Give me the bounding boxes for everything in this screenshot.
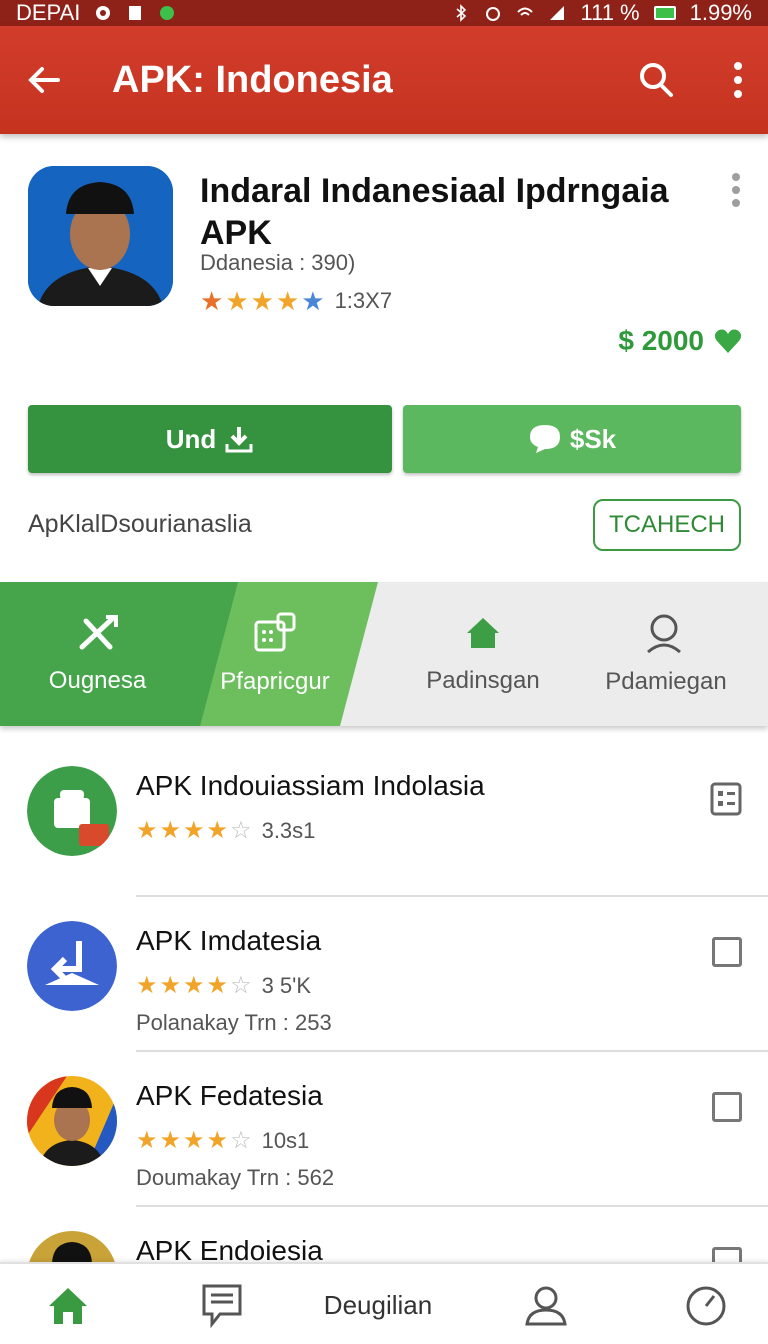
calendar-grid-icon [254,612,296,652]
nav-updates[interactable] [666,1264,746,1344]
install-label: Und [165,423,217,454]
category-tabs: Ougnesa Pfapricgur Padinsgan Pdamiegan [0,582,768,726]
nav-profile[interactable] [506,1264,586,1344]
app-icon [28,166,173,306]
tab-label: Pdamiegan [605,668,727,695]
tab-pfapricgur[interactable]: Pfapricgur [205,582,345,726]
rating-stars: ★ ★ ★ ★ ☆ [136,972,252,999]
tab-padinsgan[interactable]: Padinsgan [405,582,561,726]
app-subtitle: Ddanesia : 390) [200,250,356,275]
notification-icon [96,6,111,20]
tag-button[interactable]: TCAHECH [593,499,741,551]
nav-center-label: Deugilian [323,1289,433,1320]
page-title: APK: Indonesia [112,58,393,101]
tools-icon [79,615,118,650]
list-item-rating: ★ ★ ★ ★ ☆ 3.3s1 [136,818,315,844]
tab-label: Padinsgan [426,667,540,694]
select-checkbox[interactable] [712,1092,742,1122]
app-name: Indaral Indanesiaal Ipdrngaia APK [200,172,669,252]
list-item-meta: Polanakay Trn : 253 [136,1010,332,1035]
home-icon [49,1288,87,1324]
timer-icon [686,1286,726,1326]
heart-icon[interactable] [714,328,742,354]
rating-stars: ★ ★ ★ ★ ☆ [136,1127,252,1154]
person-app-icon [27,1076,117,1166]
list-item-rating: ★ ★ ★ ★ ☆ 10s1 [136,1128,309,1154]
android-app-icon [27,766,117,856]
nav-messages[interactable] [182,1264,262,1344]
tab-label: Ougnesa [48,667,147,694]
list-item-title: APK Fedatesia [136,1080,323,1111]
developer-name[interactable]: ApKlalDsourianaslia [28,510,252,539]
rating-stars: ★ ★ ★ ★ ☆ [136,817,252,844]
status-bar: DEPAI 111 % 1.99% [0,0,768,26]
person-icon [525,1286,567,1326]
app-header: Indaral Indanesiaal Ipdrngaia APK Ddanes… [0,150,768,390]
tab-pdamiegan[interactable]: Pdamiegan [590,582,742,726]
rating-text: 3 5'K [261,973,312,998]
overflow-menu-icon[interactable] [732,60,744,100]
alarm-icon [486,7,501,21]
chat-icon [202,1284,242,1328]
clock: 1.99% [689,0,752,25]
carrier-text: DEPAI [16,0,81,25]
download-icon [225,427,253,453]
more-vert-icon[interactable] [730,172,742,208]
battery-icon [653,6,676,20]
list-item-title: APK Imdatesia [136,925,322,956]
person-search-icon [647,614,681,654]
tab-ougnesa[interactable]: Ougnesa [0,582,195,726]
search-icon[interactable] [636,60,676,100]
list-item-meta: Doumakay Trn : 562 [136,1165,335,1190]
details-icon[interactable] [710,782,742,816]
rating-text: 10s1 [261,1128,310,1153]
list-item-title: APK Indouiassiam Indolasia [136,770,485,801]
file-icon [129,6,142,20]
wifi-icon [517,7,534,16]
home-icon [467,618,499,648]
rating-stars: ★ ★ ★ ★ ★ [200,286,325,316]
nav-home[interactable] [28,1264,108,1344]
list-item-rating: ★ ★ ★ ★ ☆ 3 5'K [136,973,311,999]
app-price: $ 2000 [618,325,742,357]
download-app-icon [27,921,117,1011]
app-rating: ★ ★ ★ ★ ★ 1:3X7 [200,288,392,314]
select-checkbox[interactable] [712,937,742,967]
list-item[interactable]: APK Imdatesia ★ ★ ★ ★ ☆ 3 5'K Polanakay Trn … [0,897,768,1052]
app-notification-icon [160,6,175,20]
share-button[interactable]: $Sk [403,405,741,473]
battery-percent: 111 % [580,0,640,25]
install-button[interactable]: Und [28,405,392,473]
signal-icon [550,6,565,20]
app-bar: APK: Indonesia [0,26,768,134]
chat-bubble-icon [529,425,560,453]
app-list: APK Indouiassiam Indolasia ★ ★ ★ ★ ☆ 3.3s1 A… [0,742,768,1344]
price-text: $ 2000 [618,325,704,356]
rating-text: 3.3s1 [261,818,316,843]
nav-center[interactable]: Deugilian [290,1264,466,1344]
rating-count: 1:3X7 [334,288,393,313]
bottom-navigation: Deugilian [0,1262,768,1344]
list-item[interactable]: APK Indouiassiam Indolasia ★ ★ ★ ★ ☆ 3.3s1 [0,742,768,897]
list-item[interactable]: APK Fedatesia ★ ★ ★ ★ ☆ 10s1 Doumakay Trn : … [0,1052,768,1207]
bluetooth-icon [456,4,467,22]
tab-label: Pfapricgur [220,668,330,695]
share-label: $Sk [569,423,617,454]
person-portrait-icon [28,166,173,306]
back-arrow-icon[interactable] [24,60,64,100]
